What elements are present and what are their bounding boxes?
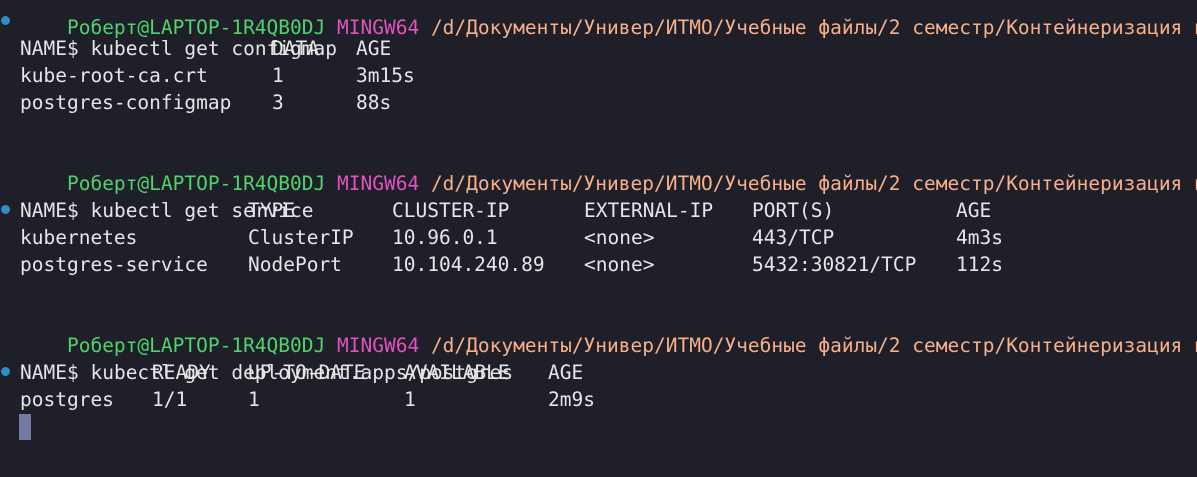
command-status-marker — [1, 205, 10, 214]
table-cell: 1 — [248, 388, 260, 411]
table-header: NAME TYPE CLUSTER-IP EXTERNAL-IP PORT(S)… — [20, 197, 991, 224]
table-header: NAME READY UP-TO-DATE AVAILABLE AGE — [20, 359, 583, 386]
table-cell: 443/TCP — [752, 226, 835, 249]
table-header: NAME DATA AGE — [20, 35, 391, 62]
table-cell: 1 — [272, 64, 284, 87]
column-header: NAME — [20, 361, 67, 384]
table-row: postgres-service NodePort 10.104.240.89 … — [20, 251, 1003, 278]
table-row: postgres-configmap 3 88s — [20, 89, 391, 116]
column-header: AGE — [356, 37, 392, 60]
table-cell: 10.104.240.89 — [392, 253, 545, 276]
table-cell: 4m3s — [956, 226, 1003, 249]
terminal-window[interactable]: Роберт@LAPTOP-1R4QB0DJ MINGW64 /d/Докуме… — [0, 0, 1197, 477]
table-cell: 88s — [356, 91, 392, 114]
table-cell: <none> — [584, 226, 655, 249]
column-header: UP-TO-DATE — [248, 361, 366, 384]
table-row: postgres 1/1 1 1 2m9s — [20, 386, 595, 413]
column-header: DATA — [272, 37, 319, 60]
table-cell: kube-root-ca.crt — [20, 64, 208, 87]
table-row: kube-root-ca.crt 1 3m15s — [20, 62, 415, 89]
table-cell: postgres — [20, 388, 114, 411]
table-cell: 1 — [404, 388, 416, 411]
text-cursor[interactable] — [19, 414, 31, 440]
command-line: $ kubectl get service — [20, 170, 314, 222]
command-line: $ kubectl get configmap — [20, 8, 337, 60]
prompt-path: /d/Документы/Универ/ИТМО/Учебные файлы/2… — [430, 334, 1197, 357]
column-header: CLUSTER-IP — [392, 199, 510, 222]
command-line: $ kubectl get deployment.apps/postgres — [20, 332, 513, 384]
table-cell: 5432:30821/TCP — [752, 253, 917, 276]
table-cell: 3 — [272, 91, 284, 114]
column-header: READY — [152, 361, 211, 384]
table-cell: 112s — [956, 253, 1003, 276]
column-header: PORT(S) — [752, 199, 835, 222]
column-header: TYPE — [248, 199, 295, 222]
column-header: NAME — [20, 37, 67, 60]
prompt-symbol: $ — [66, 361, 79, 384]
column-header: AVAILABLE — [404, 361, 510, 384]
prompt-path: /d/Документы/Универ/ИТМО/Учебные файлы/2… — [430, 16, 1197, 39]
column-header: EXTERNAL-IP — [584, 199, 714, 222]
prompt-line: Роберт@LAPTOP-1R4QB0DJ MINGW64 /d/Докуме… — [20, 143, 1197, 195]
prompt-symbol: $ — [66, 199, 79, 222]
table-cell: ClusterIP — [248, 226, 354, 249]
table-cell: 3m15s — [356, 64, 415, 87]
column-header: AGE — [548, 361, 584, 384]
table-cell: 10.96.0.1 — [392, 226, 498, 249]
table-cell: postgres-service — [20, 253, 208, 276]
prompt-line: Роберт@LAPTOP-1R4QB0DJ MINGW64 /d/Докуме… — [20, 305, 1197, 357]
table-cell: 2m9s — [548, 388, 595, 411]
table-cell: postgres-configmap — [20, 91, 232, 114]
command-status-marker — [1, 367, 10, 376]
command-status-marker — [1, 16, 10, 25]
table-cell: kubernetes — [20, 226, 138, 249]
column-header: AGE — [956, 199, 992, 222]
table-row: kubernetes ClusterIP 10.96.0.1 <none> 44… — [20, 224, 1003, 251]
table-cell: <none> — [584, 253, 655, 276]
prompt-symbol: $ — [66, 37, 79, 60]
column-header: NAME — [20, 199, 67, 222]
table-cell: NodePort — [248, 253, 342, 276]
table-cell: 1/1 — [152, 388, 188, 411]
prompt-path: /d/Документы/Универ/ИТМО/Учебные файлы/2… — [430, 172, 1197, 195]
prompt-shell: MINGW64 — [337, 172, 420, 195]
